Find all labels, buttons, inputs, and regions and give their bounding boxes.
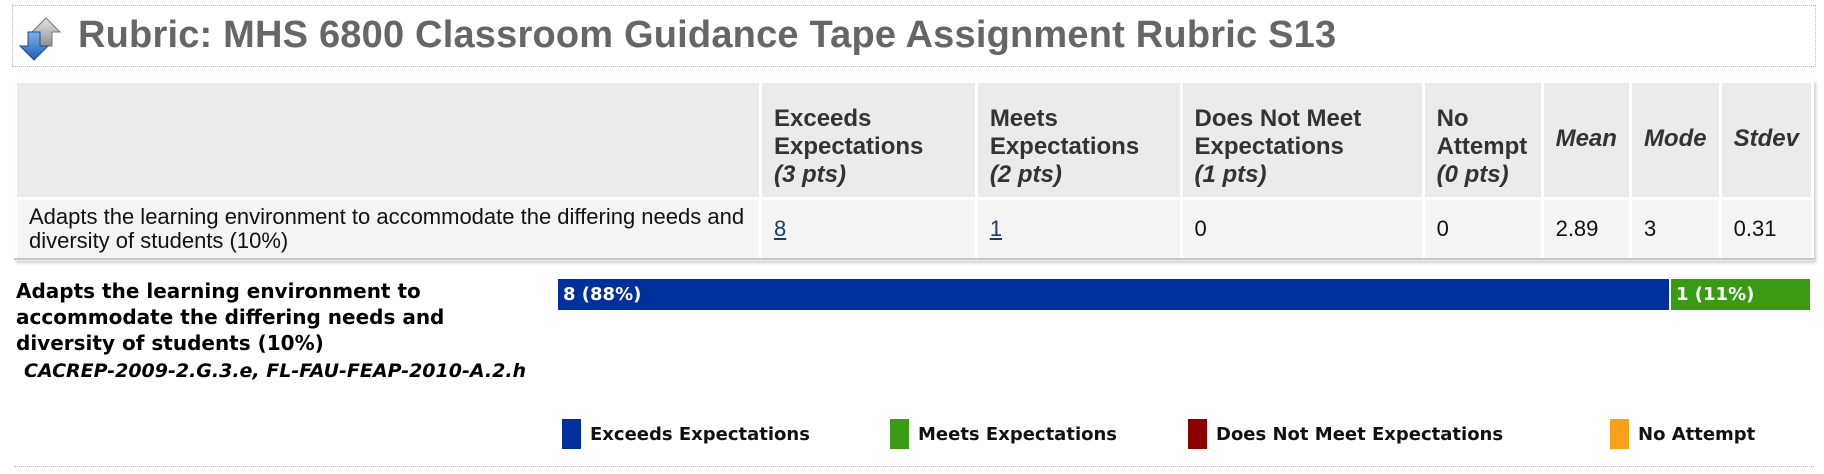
header-exceeds-label: Exceeds Expectations: [774, 105, 924, 160]
bottom-divider: [14, 466, 1814, 467]
header-no-attempt-pts: (0 pts): [1436, 161, 1509, 188]
header-mode: Mode: [1631, 83, 1719, 197]
header-meets-pts: (2 pts): [989, 161, 1062, 188]
header-no-attempt-label: No Attempt: [1436, 105, 1528, 160]
distribution-criterion: Adapts the learning environment to accom…: [16, 278, 536, 384]
bar-segment: 8 (88%): [558, 279, 1669, 310]
header-exceeds-pts: (3 pts): [774, 161, 846, 188]
table-header-row: Exceeds Expectations (3 pts) Meets Expec…: [17, 83, 1811, 197]
table-row: Adapts the learning environment to accom…: [17, 200, 1811, 258]
legend-swatch: [890, 419, 909, 449]
legend-swatch: [1610, 419, 1629, 449]
section-divider: [14, 258, 1814, 261]
bar-segment: 1 (11%): [1671, 279, 1810, 310]
legend: Exceeds Expectations Meets Expectations Do…: [0, 418, 1824, 450]
legend-item: Does Not Meet Expectations: [1188, 418, 1503, 450]
legend-label: Meets Expectations: [918, 423, 1118, 445]
row-criterion: Adapts the learning environment to accom…: [17, 200, 759, 258]
meets-count-link[interactable]: 1: [990, 216, 1002, 241]
cell-meets: 1: [977, 200, 1180, 258]
header-does-not-meet: Does Not Meet Expectations (1 pts): [1182, 83, 1422, 197]
distribution-standards: CACREP-2009-2.G.3.e, FL-FAU-FEAP-2010-A.…: [24, 360, 527, 382]
cell-no-attempt: 0: [1424, 200, 1541, 258]
legend-item: Meets Expectations: [890, 418, 1117, 450]
cell-stdev: 0.31: [1721, 200, 1811, 258]
header-does-not-meet-pts: (1 pts): [1194, 161, 1267, 188]
legend-item: Exceeds Expectations: [562, 418, 810, 450]
distribution-criterion-text: Adapts the learning environment to accom…: [16, 279, 445, 355]
cell-does-not-meet: 0: [1182, 200, 1422, 258]
legend-label: No Attempt: [1638, 423, 1756, 445]
header-meets: Meets Expectations (2 pts): [977, 83, 1180, 197]
legend-label: Exceeds Expectations: [590, 423, 810, 445]
legend-item: No Attempt: [1610, 418, 1755, 450]
legend-swatch: [562, 419, 581, 449]
header-does-not-meet-label: Does Not Meet Expectations: [1194, 105, 1362, 160]
rubric-table: Exceeds Expectations (3 pts) Meets Expec…: [14, 80, 1814, 261]
page-title: Rubric: MHS 6800 Classroom Guidance Tape…: [78, 14, 1337, 56]
exceeds-count-link[interactable]: 8: [774, 216, 786, 241]
header-criterion: [17, 83, 759, 197]
header-meets-label: Meets Expectations: [989, 105, 1140, 160]
legend-label: Does Not Meet Expectations: [1216, 423, 1504, 445]
cell-mode: 3: [1631, 200, 1719, 258]
header-mean: Mean: [1543, 83, 1629, 197]
sort-arrows-icon: [18, 17, 62, 61]
distribution-bar: 8 (88%) 1 (11%): [558, 279, 1810, 310]
cell-mean: 2.89: [1543, 200, 1629, 258]
header-stdev: Stdev: [1721, 83, 1811, 197]
legend-swatch: [1188, 419, 1207, 449]
header-no-attempt: No Attempt (0 pts): [1424, 83, 1541, 197]
header-exceeds: Exceeds Expectations (3 pts): [762, 83, 975, 197]
cell-exceeds: 8: [762, 200, 975, 258]
